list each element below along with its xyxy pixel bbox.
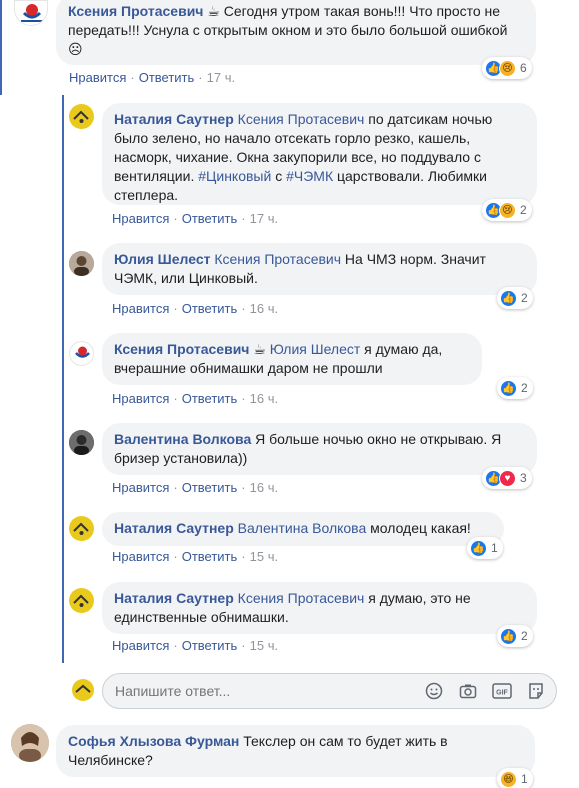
reply-link[interactable]: Ответить — [139, 70, 195, 85]
comment-bubble: Софья Хлызова Фурман Текслер он сам то б… — [56, 725, 535, 777]
avatar[interactable] — [69, 251, 94, 276]
reaction-count: 1 — [491, 541, 498, 555]
haha-reaction-icon: 😆 — [500, 770, 517, 788]
reaction-summary[interactable]: 👍 😢 6 — [482, 57, 532, 79]
comment-author[interactable]: Наталия Саутнер — [114, 590, 234, 606]
avatar[interactable] — [69, 430, 94, 455]
comment-time[interactable]: 17 ч. — [207, 70, 235, 85]
thread-indicator-replies — [62, 95, 64, 663]
comment-actions: Нравится · Ответить · 15 ч. — [112, 638, 279, 653]
comment-author[interactable]: Юлия Шелест — [114, 251, 210, 267]
comment-text: с — [275, 168, 283, 184]
avatar[interactable] — [69, 341, 94, 366]
gif-icon[interactable]: GIF — [492, 681, 512, 701]
coffee-badge-icon: ☕ — [253, 341, 266, 357]
reaction-count: 2 — [521, 381, 528, 395]
reaction-count: 1 — [521, 772, 528, 786]
comment-actions: Нравится · Ответить · 16 ч. — [112, 480, 279, 495]
reply-link[interactable]: Ответить — [182, 301, 238, 316]
sad-reaction-icon: 😢 — [499, 201, 516, 219]
reaction-summary[interactable]: 👍 2 — [497, 377, 533, 399]
comment-time[interactable]: 15 ч. — [250, 549, 278, 564]
mention-link[interactable]: Ксения Протасевич — [238, 111, 365, 127]
avatar[interactable] — [69, 104, 94, 129]
like-link[interactable]: Нравится — [112, 391, 169, 406]
reaction-summary[interactable]: 👍 2 — [497, 287, 533, 309]
mention-link[interactable]: Юлия Шелест — [270, 341, 361, 357]
avatar[interactable] — [14, 0, 48, 26]
comment-bubble: Наталия Саутнер Ксения Протасевич по дат… — [102, 103, 537, 205]
reply-link[interactable]: Ответить — [182, 480, 238, 495]
thread-indicator-top — [0, 0, 2, 95]
comment-bubble: Ксения Протасевич ☕ Сегодня утром такая … — [56, 0, 536, 65]
avatar[interactable] — [69, 588, 94, 613]
reaction-count: 2 — [521, 629, 528, 643]
sticker-icon[interactable] — [526, 681, 546, 701]
love-reaction-icon: ♥ — [499, 469, 516, 487]
reply-link[interactable]: Ответить — [182, 211, 238, 226]
hashtag-link[interactable]: #Цинковый — [198, 168, 271, 184]
comment-bubble: Юлия Шелест Ксения Протасевич На ЧМЗ нор… — [102, 243, 537, 295]
comment-time[interactable]: 17 ч. — [250, 211, 278, 226]
like-link[interactable]: Нравится — [112, 211, 169, 226]
like-reaction-icon: 👍 — [470, 539, 487, 557]
reaction-count: 2 — [520, 203, 527, 217]
comment-bubble: Валентина Волкова Я больше ночью окно не… — [102, 423, 537, 475]
composer-tools: GIF — [424, 681, 546, 701]
reaction-summary[interactable]: 👍 😢 2 — [482, 199, 532, 221]
reaction-summary[interactable]: 👍 2 — [497, 625, 533, 647]
comment-time[interactable]: 16 ч. — [250, 301, 278, 316]
comment-actions: Нравится · Ответить · 16 ч. — [112, 301, 279, 316]
comment-author[interactable]: Валентина Волкова — [114, 431, 251, 447]
reply-composer[interactable]: GIF — [102, 673, 557, 709]
comment-actions: Нравится · Ответить · 17 ч. — [69, 70, 236, 85]
reaction-count: 3 — [520, 471, 527, 485]
comment-time[interactable]: 16 ч. — [250, 480, 278, 495]
reply-link[interactable]: Ответить — [182, 549, 238, 564]
comment-time[interactable]: 15 ч. — [250, 638, 278, 653]
comment-author[interactable]: Ксения Протасевич — [68, 3, 203, 19]
reply-link[interactable]: Ответить — [182, 391, 238, 406]
mention-link[interactable]: Ксения Протасевич — [214, 251, 341, 267]
like-reaction-icon: 👍 — [500, 627, 517, 645]
camera-icon[interactable] — [458, 681, 478, 701]
like-link[interactable]: Нравится — [112, 638, 169, 653]
comment-author[interactable]: Ксения Протасевич — [114, 341, 249, 357]
current-user-avatar — [72, 679, 94, 701]
comment-text: молодец какая! — [370, 520, 471, 536]
like-link[interactable]: Нравится — [69, 70, 126, 85]
hashtag-link[interactable]: #ЧЭМК — [286, 168, 333, 184]
reply-link[interactable]: Ответить — [182, 638, 238, 653]
comment-actions: Нравится · Ответить · 16 ч. — [112, 391, 279, 406]
emoji-icon[interactable] — [424, 681, 444, 701]
reaction-summary[interactable]: 👍 ♥ 3 — [482, 467, 532, 489]
coffee-badge-icon: ☕ — [207, 3, 220, 19]
comment-author[interactable]: Софья Хлызова Фурман — [68, 733, 239, 749]
like-reaction-icon: 👍 — [500, 379, 517, 397]
comment-time[interactable]: 16 ч. — [250, 391, 278, 406]
reaction-summary[interactable]: 😆 1 — [497, 768, 533, 788]
mention-link[interactable]: Валентина Волкова — [238, 520, 367, 536]
svg-text:GIF: GIF — [496, 690, 508, 697]
like-link[interactable]: Нравится — [112, 549, 169, 564]
like-reaction-icon: 👍 — [500, 289, 517, 307]
like-link[interactable]: Нравится — [112, 480, 169, 495]
comment-actions: Нравится · Ответить · 17 ч. — [112, 211, 279, 226]
comment-bubble: Наталия Саутнер Валентина Волкова молоде… — [102, 512, 504, 546]
avatar[interactable] — [11, 724, 49, 762]
comment-bubble: Наталия Саутнер Ксения Протасевич я дума… — [102, 582, 537, 634]
reaction-count: 6 — [520, 61, 527, 75]
avatar[interactable] — [69, 516, 94, 541]
reply-input[interactable] — [115, 681, 415, 701]
mention-link[interactable]: Ксения Протасевич — [238, 590, 365, 606]
sad-reaction-icon: 😢 — [499, 59, 516, 77]
comment-actions: Нравится · Ответить · 15 ч. — [112, 549, 279, 564]
comment-author[interactable]: Наталия Саутнер — [114, 520, 234, 536]
comment-author[interactable]: Наталия Саутнер — [114, 111, 234, 127]
reaction-summary[interactable]: 👍 1 — [467, 537, 503, 559]
reaction-count: 2 — [521, 291, 528, 305]
like-link[interactable]: Нравится — [112, 301, 169, 316]
comment-bubble: Ксения Протасевич ☕ Юлия Шелест я думаю … — [102, 333, 482, 385]
